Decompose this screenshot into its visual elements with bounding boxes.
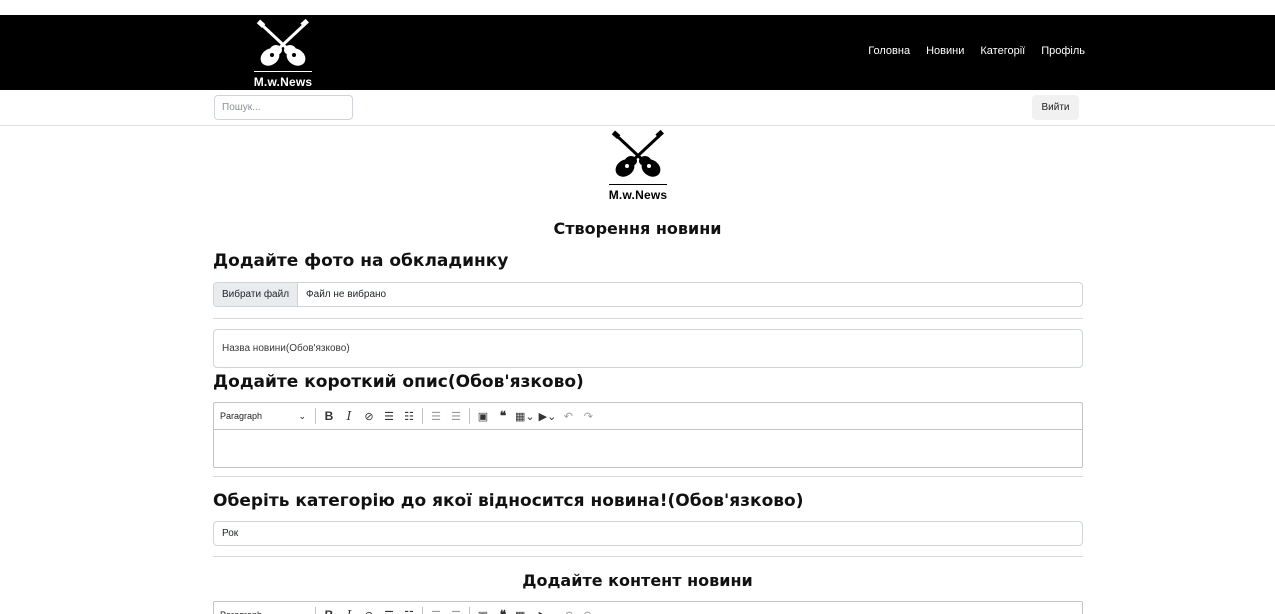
logout-button[interactable]: Вийти	[1032, 95, 1079, 120]
bold-icon[interactable]: B	[321, 606, 337, 614]
editor-toolbar: Paragraph ⌄ B I ⊘ ☰ ☷ ☰ ☰ ▣ ❝ ▦⌄ ▶⌄ ↶ ↷	[214, 403, 1082, 430]
description-editor-area[interactable]	[214, 430, 1082, 467]
toolbar-separator	[422, 408, 423, 424]
numbered-list-icon[interactable]: ☷	[401, 407, 417, 425]
category-input[interactable]	[213, 521, 1083, 546]
toolbar-separator	[469, 408, 470, 424]
toolbar-separator	[315, 607, 316, 614]
heading-dropdown-label: Paragraph	[220, 411, 263, 421]
heading-dropdown[interactable]: Paragraph ⌄	[220, 411, 312, 422]
crossed-guitars-icon	[256, 18, 309, 66]
content-editor: Paragraph ⌄ B I ⊘ ☰ ☷ ☰ ☰ ▣ ❝ ▦⌄ ▶⌄ ↶ ↷	[213, 601, 1083, 614]
redo-icon[interactable]: ↷	[580, 407, 596, 425]
bulleted-list-icon[interactable]: ☰	[381, 407, 397, 425]
bulleted-list-icon[interactable]: ☰	[381, 606, 397, 614]
table-icon[interactable]: ▦⌄	[515, 606, 535, 614]
table-icon[interactable]: ▦⌄	[515, 407, 535, 425]
image-icon[interactable]: ▣	[475, 407, 491, 425]
indent-icon[interactable]: ☰	[448, 407, 464, 425]
image-icon[interactable]: ▣	[475, 606, 491, 614]
main-nav: Головна Новини Категорії Профіль	[868, 45, 1085, 57]
news-title-input[interactable]	[213, 329, 1083, 368]
content-heading: Додайте контент новини	[522, 571, 753, 590]
chevron-down-icon: ⌄	[298, 410, 306, 421]
header-bar: M.w.News Головна Новини Категорії Профіл…	[0, 15, 1275, 90]
divider	[213, 556, 1083, 557]
italic-icon[interactable]: I	[341, 606, 357, 614]
link-icon[interactable]: ⊘	[361, 606, 377, 614]
site-logo[interactable]: M.w.News	[248, 17, 318, 91]
indent-icon[interactable]: ☰	[448, 606, 464, 614]
divider	[213, 318, 1083, 319]
toolbar-separator	[469, 607, 470, 614]
outdent-icon[interactable]: ☰	[428, 606, 444, 614]
outdent-icon[interactable]: ☰	[428, 407, 444, 425]
divider	[213, 476, 1083, 477]
cover-file-input[interactable]: Вибрати файл Файл не вибрано	[213, 282, 1083, 307]
media-icon[interactable]: ▶⌄	[539, 407, 557, 425]
chevron-down-icon: ⌄	[298, 610, 306, 614]
bold-icon[interactable]: B	[321, 407, 337, 425]
choose-file-button[interactable]: Вибрати файл	[214, 283, 299, 306]
crossed-guitars-icon	[611, 129, 664, 177]
page-title: Створення новини	[553, 219, 722, 238]
toolbar-separator	[315, 408, 316, 424]
toolbar-separator	[422, 607, 423, 614]
cover-heading: Додайте фото на обкладинку	[213, 251, 509, 271]
undo-icon[interactable]: ↶	[560, 606, 576, 614]
heading-dropdown[interactable]: Paragraph ⌄	[220, 610, 312, 614]
media-icon[interactable]: ▶⌄	[539, 606, 557, 614]
page-logo: M.w.News	[603, 128, 673, 202]
nav-item-home[interactable]: Головна	[868, 45, 910, 57]
undo-icon[interactable]: ↶	[560, 407, 576, 425]
redo-icon[interactable]: ↷	[580, 606, 596, 614]
logo-text: M.w.News	[253, 75, 313, 89]
description-heading: Додайте короткий опис(Обов'язково)	[213, 372, 584, 392]
italic-icon[interactable]: I	[341, 407, 357, 425]
logo-text: M.w.News	[608, 188, 668, 202]
category-heading: Оберіть категорію до якої відносится нов…	[213, 491, 804, 511]
heading-dropdown-label: Paragraph	[220, 610, 262, 614]
nav-item-news[interactable]: Новини	[926, 45, 964, 57]
nav-item-profile[interactable]: Профіль	[1041, 45, 1085, 57]
search-bar: Вийти	[0, 90, 1275, 126]
editor-toolbar: Paragraph ⌄ B I ⊘ ☰ ☷ ☰ ☰ ▣ ❝ ▦⌄ ▶⌄ ↶ ↷	[214, 602, 1082, 614]
search-input[interactable]	[214, 95, 353, 120]
nav-item-categories[interactable]: Категорії	[980, 45, 1025, 57]
logo-underline	[609, 184, 667, 185]
link-icon[interactable]: ⊘	[361, 407, 377, 425]
numbered-list-icon[interactable]: ☷	[401, 606, 417, 614]
description-editor: Paragraph ⌄ B I ⊘ ☰ ☷ ☰ ☰ ▣ ❝ ▦⌄ ▶⌄ ↶ ↷	[213, 402, 1083, 468]
quote-icon[interactable]: ❝	[495, 606, 511, 614]
file-status: Файл не вибрано	[306, 289, 387, 300]
logo-underline	[254, 71, 312, 72]
quote-icon[interactable]: ❝	[495, 407, 511, 425]
